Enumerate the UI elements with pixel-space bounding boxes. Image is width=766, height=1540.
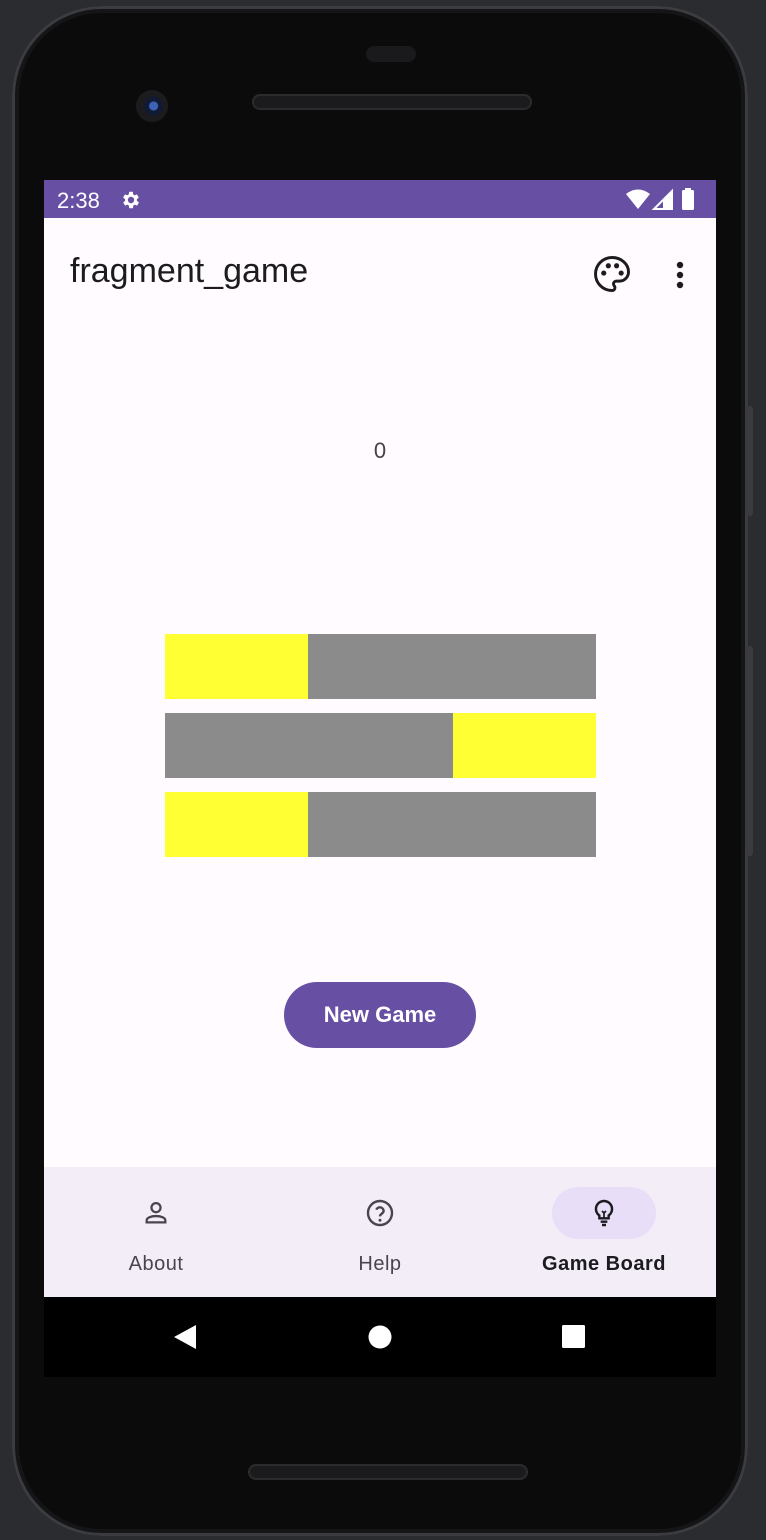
bottom-navigation: About Help Game Board [44, 1167, 716, 1297]
game-row[interactable] [165, 634, 596, 699]
nav-item-help[interactable]: Help [268, 1167, 492, 1297]
palette-icon [594, 256, 630, 292]
status-time: 2:38 [57, 188, 100, 213]
nav-indicator [328, 1187, 432, 1239]
nav-label: Game Board [542, 1253, 666, 1275]
app-screen: 2:38 fragment_game 0 New Game About Help… [44, 180, 716, 1297]
proximity-sensor [366, 46, 416, 62]
overflow-menu-button[interactable] [664, 252, 696, 296]
nav-indicator [104, 1187, 208, 1239]
new-game-button[interactable]: New Game [284, 982, 476, 1048]
home-icon[interactable] [368, 1323, 392, 1351]
battery-icon [682, 190, 694, 210]
earpiece-speaker [252, 94, 532, 110]
highlight-segment [165, 792, 308, 857]
game-row[interactable] [165, 792, 596, 857]
help-circle-icon [366, 1199, 394, 1227]
game-row[interactable] [165, 713, 596, 778]
front-camera [136, 90, 168, 122]
nav-item-game-board[interactable]: Game Board [492, 1167, 716, 1297]
lightbulb-icon [594, 1199, 614, 1227]
wifi-icon [626, 189, 650, 209]
page-title: fragment_game [70, 252, 309, 290]
nav-indicator-active [552, 1187, 656, 1239]
highlight-segment [165, 634, 308, 699]
status-icons [626, 188, 694, 210]
bottom-speaker [248, 1464, 528, 1480]
highlight-segment [453, 713, 596, 778]
nav-label: About [128, 1253, 184, 1275]
score-display: 0 [373, 438, 387, 463]
power-button [745, 646, 753, 856]
nav-item-about[interactable]: About [44, 1167, 268, 1297]
nav-label: Help [358, 1253, 402, 1275]
more-vert-icon [676, 261, 684, 289]
game-board [165, 634, 596, 857]
system-navigation-bar [44, 1297, 716, 1377]
theme-palette-button[interactable] [590, 252, 634, 296]
status-bar: 2:38 [44, 180, 716, 218]
volume-button [745, 406, 753, 516]
settings-gear-icon [123, 191, 139, 209]
recents-icon[interactable] [561, 1323, 587, 1351]
back-icon[interactable] [172, 1323, 198, 1351]
person-icon [145, 1201, 167, 1224]
